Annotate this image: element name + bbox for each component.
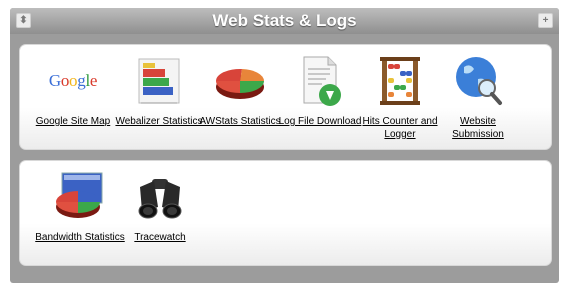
website-submission-label[interactable]: Website Submission: [433, 115, 523, 141]
google-logo-icon: Google: [48, 71, 98, 90]
hits-counter-logger-link[interactable]: Hits Counter and Logger: [355, 53, 445, 141]
bandwidth-chart-icon: [56, 172, 103, 218]
plus-icon[interactable]: +: [538, 13, 553, 28]
globe-magnifier-icon: [456, 57, 502, 105]
panel-header: ⬍ Web Stats & Logs +: [10, 8, 559, 34]
web-stats-logs-panel: ⬍ Web Stats & Logs + Google Google Site …: [10, 8, 559, 283]
tracewatch-label[interactable]: Tracewatch: [115, 231, 205, 244]
hits-counter-logger-label[interactable]: Hits Counter and Logger: [355, 115, 445, 141]
panel-title: Web Stats & Logs: [212, 11, 357, 30]
binoculars-icon: [138, 179, 182, 219]
bandwidth-statistics-label[interactable]: Bandwidth Statistics: [35, 231, 125, 244]
log-file-download-link[interactable]: Log File Download: [275, 53, 365, 128]
log-file-download-icon: [303, 56, 341, 106]
google-site-map-label[interactable]: Google Site Map: [28, 115, 118, 128]
awstats-statistics-link[interactable]: AWStats Statistics: [195, 53, 285, 128]
log-file-download-label[interactable]: Log File Download: [275, 115, 365, 128]
website-submission-link[interactable]: Website Submission: [433, 53, 523, 141]
webalizer-statistics-link[interactable]: Webalizer Statistics: [114, 53, 204, 128]
tracewatch-link[interactable]: Tracewatch: [115, 169, 205, 244]
bar-chart-icon: [138, 58, 180, 104]
webalizer-statistics-label[interactable]: Webalizer Statistics: [114, 115, 204, 128]
awstats-statistics-label[interactable]: AWStats Statistics: [195, 115, 285, 128]
bandwidth-statistics-link[interactable]: Bandwidth Statistics: [35, 169, 125, 244]
google-site-map-link[interactable]: Google Google Site Map: [28, 53, 118, 128]
stats-section-2: Bandwidth Statistics Tracewatch: [19, 160, 552, 266]
abacus-icon: [380, 57, 420, 105]
stats-section-1: Google Google Site Map Webalizer Statist…: [19, 44, 552, 150]
pie-chart-icon: [215, 68, 265, 99]
